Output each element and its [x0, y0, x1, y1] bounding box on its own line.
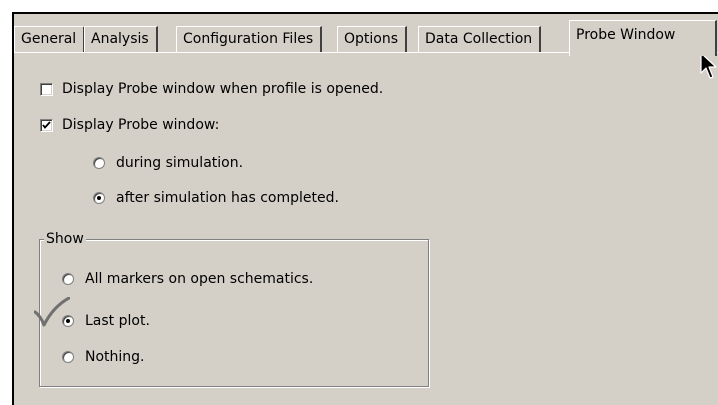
- display-probe-row[interactable]: Display Probe window:: [40, 115, 219, 135]
- tab-general[interactable]: General: [14, 26, 86, 52]
- after-simulation-label: after simulation has completed.: [116, 190, 339, 206]
- all-markers-radio[interactable]: [62, 273, 74, 285]
- check-icon: [42, 120, 51, 129]
- checkmark-icon: [34, 297, 70, 327]
- nothing-radio[interactable]: [62, 351, 74, 363]
- options-dialog: General Analysis Configuration Files Opt…: [12, 12, 718, 405]
- tab-configuration-files[interactable]: Configuration Files: [176, 26, 323, 52]
- all-markers-label: All markers on open schematics.: [85, 271, 314, 287]
- tab-options[interactable]: Options: [337, 26, 408, 52]
- tab-data-collection[interactable]: Data Collection: [418, 26, 542, 52]
- mouse-pointer-icon: [700, 52, 717, 79]
- nothing-label: Nothing.: [85, 349, 145, 365]
- radio-dot: [97, 196, 101, 200]
- last-plot-row[interactable]: Last plot.: [62, 311, 150, 331]
- display-on-open-row[interactable]: Display Probe window when profile is ope…: [40, 79, 383, 99]
- after-simulation-radio[interactable]: [93, 192, 105, 204]
- show-group-title: Show: [44, 231, 86, 247]
- tab-analysis[interactable]: Analysis: [84, 26, 158, 52]
- after-simulation-row[interactable]: after simulation has completed.: [93, 188, 339, 208]
- display-probe-label: Display Probe window:: [62, 117, 220, 133]
- display-probe-checkbox[interactable]: [40, 118, 53, 132]
- last-plot-label: Last plot.: [85, 313, 150, 329]
- all-markers-row[interactable]: All markers on open schematics.: [62, 269, 313, 289]
- display-on-open-label: Display Probe window when profile is ope…: [62, 81, 384, 97]
- display-on-open-checkbox[interactable]: [40, 82, 53, 96]
- tab-strip: General Analysis Configuration Files Opt…: [14, 14, 718, 56]
- during-simulation-row[interactable]: during simulation.: [93, 153, 243, 173]
- during-simulation-radio[interactable]: [93, 157, 105, 169]
- during-simulation-label: during simulation.: [116, 155, 244, 171]
- nothing-row[interactable]: Nothing.: [62, 347, 145, 367]
- tab-probe-window[interactable]: Probe Window: [569, 20, 717, 56]
